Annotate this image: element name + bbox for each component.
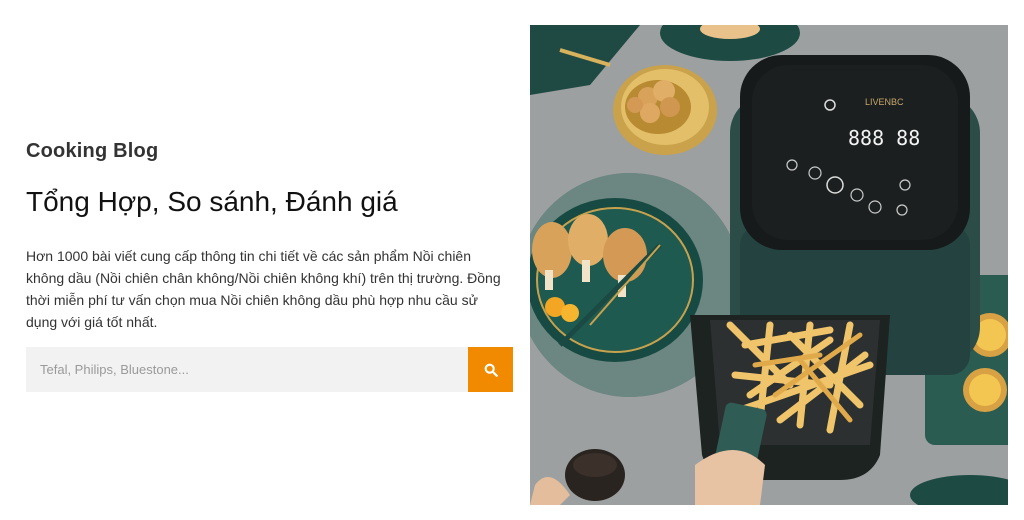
hero-description: Hơn 1000 bài viết cung cấp thông tin chi… — [26, 248, 501, 330]
fryer-display: 888 88 — [848, 126, 920, 150]
search-form — [26, 347, 513, 392]
blog-eyebrow: Cooking Blog — [26, 140, 159, 162]
search-button[interactable] — [468, 347, 513, 392]
page-title: Tổng Hợp, So sánh, Đánh giá — [26, 186, 398, 217]
air-fryer-photo: LIVENBC 888 88 — [530, 25, 1008, 505]
brand-logo: LIVENBC — [865, 97, 904, 107]
air-fryer-hero-image: LIVENBC 888 88 — [530, 25, 1008, 505]
search-input[interactable] — [26, 347, 468, 392]
search-icon — [484, 363, 498, 377]
